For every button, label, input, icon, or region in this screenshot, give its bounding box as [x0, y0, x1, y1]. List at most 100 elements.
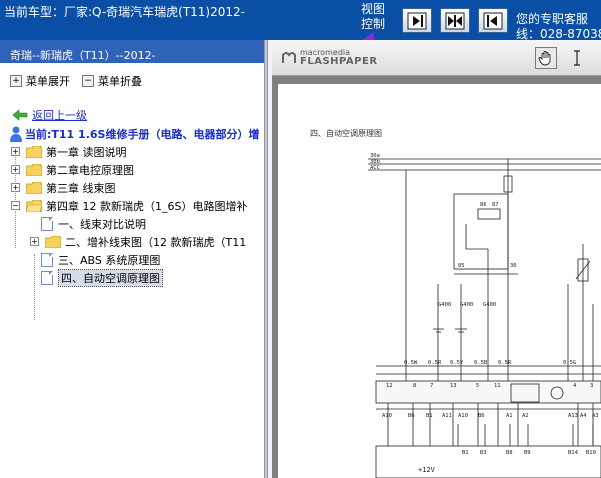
- folder-open-icon: [26, 200, 42, 212]
- customer-service-info: 您的专职客服 线：028-87038: [516, 12, 601, 40]
- expander-icon[interactable]: −: [11, 201, 20, 210]
- fuse-number: 5: [476, 383, 479, 389]
- text-select-button[interactable]: [566, 47, 588, 69]
- support-line1: 您的专职客服: [516, 12, 589, 26]
- expander-icon[interactable]: +: [30, 237, 39, 246]
- module-pin: B8: [506, 450, 513, 456]
- document-page: 四、自动空调原理图 30a 30b ACC 86 87 85 30 G400 G…: [278, 84, 601, 478]
- document-icon: [41, 271, 53, 285]
- module-pin: B10: [586, 450, 596, 456]
- module-pin: B9: [524, 450, 531, 456]
- collapse-all-icon: −: [82, 75, 94, 87]
- tree-item-label-selected: 四、自动空调原理图: [58, 269, 163, 287]
- diagram-label: ACC: [370, 165, 380, 171]
- menu-collapse-button[interactable]: − 菜单折叠: [82, 73, 142, 89]
- tree-item-chapter2[interactable]: + 第二章电控原理图: [11, 161, 134, 179]
- relay-pin: 86: [480, 202, 487, 208]
- macromedia-logo-icon: [282, 52, 296, 63]
- wiring-diagram: 30a 30b ACC 86 87 85 30 G400 G400 G400 0…: [368, 153, 601, 478]
- back-arrow-icon: [12, 109, 28, 121]
- folder-icon: [26, 146, 42, 158]
- module-pin: B3: [480, 450, 487, 456]
- voltage-label: +12V: [418, 466, 436, 474]
- connector-pin: A4: [580, 413, 587, 419]
- tree-item-chapter1[interactable]: + 第一章 读图说明: [11, 143, 127, 161]
- document-icon: [41, 253, 53, 267]
- arrow-left-bar-icon: [483, 12, 503, 29]
- logo-bottom-text: FLASHPAPER: [300, 56, 378, 67]
- back-link-label: 返回上一级: [32, 109, 87, 122]
- document-viewer: macromedia FLASHPAPER 四、自动空调原理图 30a 30b …: [272, 40, 601, 478]
- menu-expand-label: 菜单展开: [26, 75, 70, 88]
- tree-item-abs-diagram[interactable]: 三、ABS 系统原理图: [41, 251, 160, 269]
- fuse-number: 8: [413, 383, 416, 389]
- fuse-number: 3: [590, 383, 593, 389]
- folder-icon: [45, 236, 61, 248]
- module-pin: B1: [462, 450, 469, 456]
- connector-pin: B6: [408, 413, 415, 419]
- wire-code: 0.5W: [404, 360, 418, 366]
- fuse-number: 7: [430, 383, 433, 389]
- corner-triangle-icon: [362, 32, 374, 40]
- expander-icon[interactable]: +: [11, 165, 20, 174]
- connector-pin: B6: [478, 413, 485, 419]
- folder-icon: [26, 182, 42, 194]
- fuse-number: 11: [494, 383, 501, 389]
- current-car-model-label: 当前车型：厂家:Q-奇瑞汽车瑞虎(T11)2012-: [4, 5, 245, 19]
- document-icon: [41, 217, 53, 231]
- flashpaper-logo: macromedia FLASHPAPER: [282, 48, 378, 67]
- support-line2: 线：028-87038: [516, 27, 601, 40]
- connector-pin: A10: [458, 413, 468, 419]
- hand-tool-button[interactable]: [535, 47, 557, 69]
- current-manual-label: 当前:T11 1.6S维修手册（电路、电器部分）增: [10, 126, 259, 142]
- tree-item-chapter3[interactable]: + 第三章 线束图: [11, 179, 116, 197]
- tree-item-ac-diagram[interactable]: 四、自动空调原理图: [41, 269, 163, 287]
- module-pin: B14: [568, 450, 579, 456]
- panel-header: 奇瑞--新瑞虎（T11）--2012-: [0, 40, 264, 63]
- split-arrows-icon: [445, 12, 465, 29]
- connector-pin: B1: [426, 413, 433, 419]
- expander-icon[interactable]: +: [11, 183, 20, 192]
- connector-pin: A1: [506, 413, 513, 419]
- expander-icon[interactable]: +: [11, 147, 20, 156]
- tree-item-label: 一、线束对比说明: [58, 218, 146, 231]
- tree-item-label: 三、ABS 系统原理图: [58, 254, 161, 267]
- split-view-button[interactable]: [440, 8, 470, 33]
- tree-item-label: 第一章 读图说明: [46, 146, 127, 159]
- text-cursor-icon: [574, 50, 580, 66]
- tree-item-harness-supplement[interactable]: + 二、增补线束图（12 款新瑞虎（T11: [30, 233, 246, 251]
- tree-item-harness-compare[interactable]: 一、线束对比说明: [41, 215, 146, 233]
- viewer-toolbar: macromedia FLASHPAPER: [272, 40, 601, 76]
- menu-expand-button[interactable]: + 菜单展开: [10, 73, 70, 89]
- tree-item-label: 第四章 12 款新瑞虎（1_6S）电路图增补: [46, 200, 248, 213]
- view-control-line1: 视图: [361, 2, 386, 16]
- ground-code: G400: [460, 302, 473, 308]
- fuse-number: 12: [386, 383, 393, 389]
- connector-pin: A11: [442, 413, 452, 419]
- collapse-left-button[interactable]: [478, 8, 508, 33]
- relay-pin: 87: [492, 202, 499, 208]
- view-control-label: 视图 控制: [361, 2, 385, 32]
- menu-collapse-label: 菜单折叠: [98, 75, 142, 88]
- folder-icon: [26, 164, 42, 176]
- tree-item-chapter4[interactable]: − 第四章 12 款新瑞虎（1_6S）电路图增补: [11, 197, 247, 215]
- connector-pin: A10: [382, 413, 392, 419]
- wire-code: 0.5G: [563, 360, 576, 366]
- ground-code: G400: [483, 302, 496, 308]
- tree-item-label: 二、增补线束图（12 款新瑞虎（T11: [65, 236, 247, 249]
- ground-code: G400: [438, 302, 451, 308]
- expand-right-button[interactable]: [402, 8, 432, 33]
- app-title-bar: 当前车型：厂家:Q-奇瑞汽车瑞虎(T11)2012- 视图 控制 您的专职客服 …: [0, 0, 601, 40]
- panel-splitter[interactable]: [264, 40, 267, 478]
- user-icon: [10, 126, 22, 142]
- wire-code: 0.5R: [428, 360, 442, 366]
- wire-code: 0.5B: [474, 360, 488, 366]
- back-up-link[interactable]: 返回上一级: [12, 107, 87, 123]
- current-manual-text: 当前:T11 1.6S维修手册（电路、电器部分）增: [25, 128, 260, 141]
- fuse-number: 13: [450, 383, 457, 389]
- tree-item-label: 第三章 线束图: [46, 182, 116, 195]
- connector-pin: A3: [592, 413, 599, 419]
- expand-all-icon: +: [10, 75, 22, 87]
- connector-pin: A2: [522, 413, 529, 419]
- view-control-line2: 控制: [361, 17, 386, 31]
